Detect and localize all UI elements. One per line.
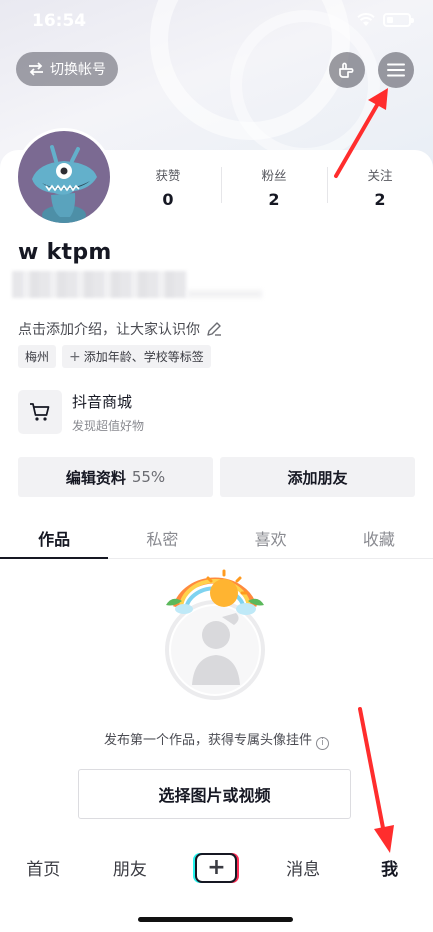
profile-stats: 获赞 0 粉丝 2 关注 2 bbox=[115, 165, 433, 209]
nav-home[interactable]: 首页 bbox=[0, 855, 87, 880]
pencil-icon bbox=[207, 322, 221, 336]
nav-messages[interactable]: 消息 bbox=[260, 855, 347, 880]
shop-subtitle: 发现超值好物 bbox=[72, 418, 145, 433]
tag-location[interactable]: 梅州 bbox=[18, 345, 57, 368]
add-friend-label: 添加朋友 bbox=[287, 468, 348, 487]
wifi-icon bbox=[357, 13, 375, 26]
stat-followers[interactable]: 粉丝 2 bbox=[221, 165, 327, 209]
profile-actions: 编辑资料 55% 添加朋友 bbox=[18, 457, 415, 497]
tag-label: 添加年龄、学校等标签 bbox=[83, 350, 204, 364]
username: w ktpm bbox=[18, 240, 112, 265]
switch-account-button[interactable]: 切换帐号 bbox=[16, 52, 118, 86]
info-icon[interactable]: i bbox=[316, 737, 329, 750]
content-tabs: 作品 私密 喜欢 收藏 bbox=[0, 517, 433, 559]
nav-me[interactable]: 我 bbox=[346, 855, 433, 880]
intro-text: 点击添加介绍，让大家认识你 bbox=[18, 322, 200, 338]
stat-following[interactable]: 关注 2 bbox=[327, 165, 433, 209]
stat-value: 2 bbox=[374, 190, 386, 209]
create-plus-icon: + bbox=[195, 852, 238, 883]
profile-tags: 梅州 + 添加年龄、学校等标签 bbox=[18, 345, 211, 368]
edit-profile-label: 编辑资料 bbox=[65, 468, 126, 487]
nav-friends[interactable]: 朋友 bbox=[87, 855, 174, 880]
plus-icon: + bbox=[69, 348, 81, 365]
empty-state-message: 发布第一个作品，获得专属头像挂件 i bbox=[0, 729, 433, 750]
tag-label: 梅州 bbox=[25, 350, 50, 364]
shop-entry[interactable]: 抖音商城 发现超值好物 bbox=[18, 390, 144, 434]
nav-create[interactable]: + bbox=[173, 852, 260, 883]
stat-value: 2 bbox=[268, 190, 280, 209]
tab-works[interactable]: 作品 bbox=[0, 517, 109, 559]
profile-completion-percent: 55% bbox=[131, 468, 166, 486]
tab-likes[interactable]: 喜欢 bbox=[217, 517, 325, 558]
bottom-nav: 首页 朋友 + 消息 我 bbox=[0, 845, 433, 890]
avatar[interactable] bbox=[15, 128, 113, 226]
tab-favorites[interactable]: 收藏 bbox=[325, 517, 433, 558]
menu-button[interactable] bbox=[378, 52, 414, 88]
stat-label: 关注 bbox=[367, 168, 393, 183]
switch-account-label: 切换帐号 bbox=[50, 62, 106, 78]
hamburger-menu-icon bbox=[387, 63, 405, 77]
status-time: 16:54 bbox=[32, 11, 87, 31]
status-icons bbox=[357, 13, 414, 27]
swap-arrows-icon bbox=[29, 62, 43, 76]
shopping-cart-icon bbox=[18, 390, 62, 434]
add-friend-button[interactable]: 添加朋友 bbox=[220, 457, 415, 497]
monster-avatar-image bbox=[32, 145, 97, 223]
edit-profile-button[interactable]: 编辑资料 55% bbox=[18, 457, 213, 497]
empty-state-text: 发布第一个作品，获得专属头像挂件 bbox=[103, 733, 312, 748]
add-tag-button[interactable]: + 添加年龄、学校等标签 bbox=[62, 345, 211, 368]
avatar-pendant-illustration bbox=[165, 569, 265, 700]
battery-icon bbox=[383, 13, 414, 27]
stat-label: 获赞 bbox=[155, 168, 181, 183]
select-media-button[interactable]: 选择图片或视频 bbox=[78, 769, 351, 819]
blurred-user-id-tail bbox=[187, 290, 262, 298]
stat-value: 0 bbox=[162, 190, 174, 209]
hand-pointer-icon bbox=[339, 62, 354, 78]
tab-private[interactable]: 私密 bbox=[108, 517, 216, 558]
shop-title: 抖音商城 bbox=[72, 392, 133, 411]
stat-likes[interactable]: 获赞 0 bbox=[115, 165, 221, 209]
intro-prompt[interactable]: 点击添加介绍，让大家认识你 bbox=[18, 319, 222, 339]
blurred-user-id bbox=[12, 271, 187, 298]
home-indicator bbox=[138, 917, 293, 922]
hand-pointer-button[interactable] bbox=[329, 52, 365, 88]
stat-label: 粉丝 bbox=[261, 168, 287, 183]
status-bar: 16:54 bbox=[0, 0, 433, 44]
